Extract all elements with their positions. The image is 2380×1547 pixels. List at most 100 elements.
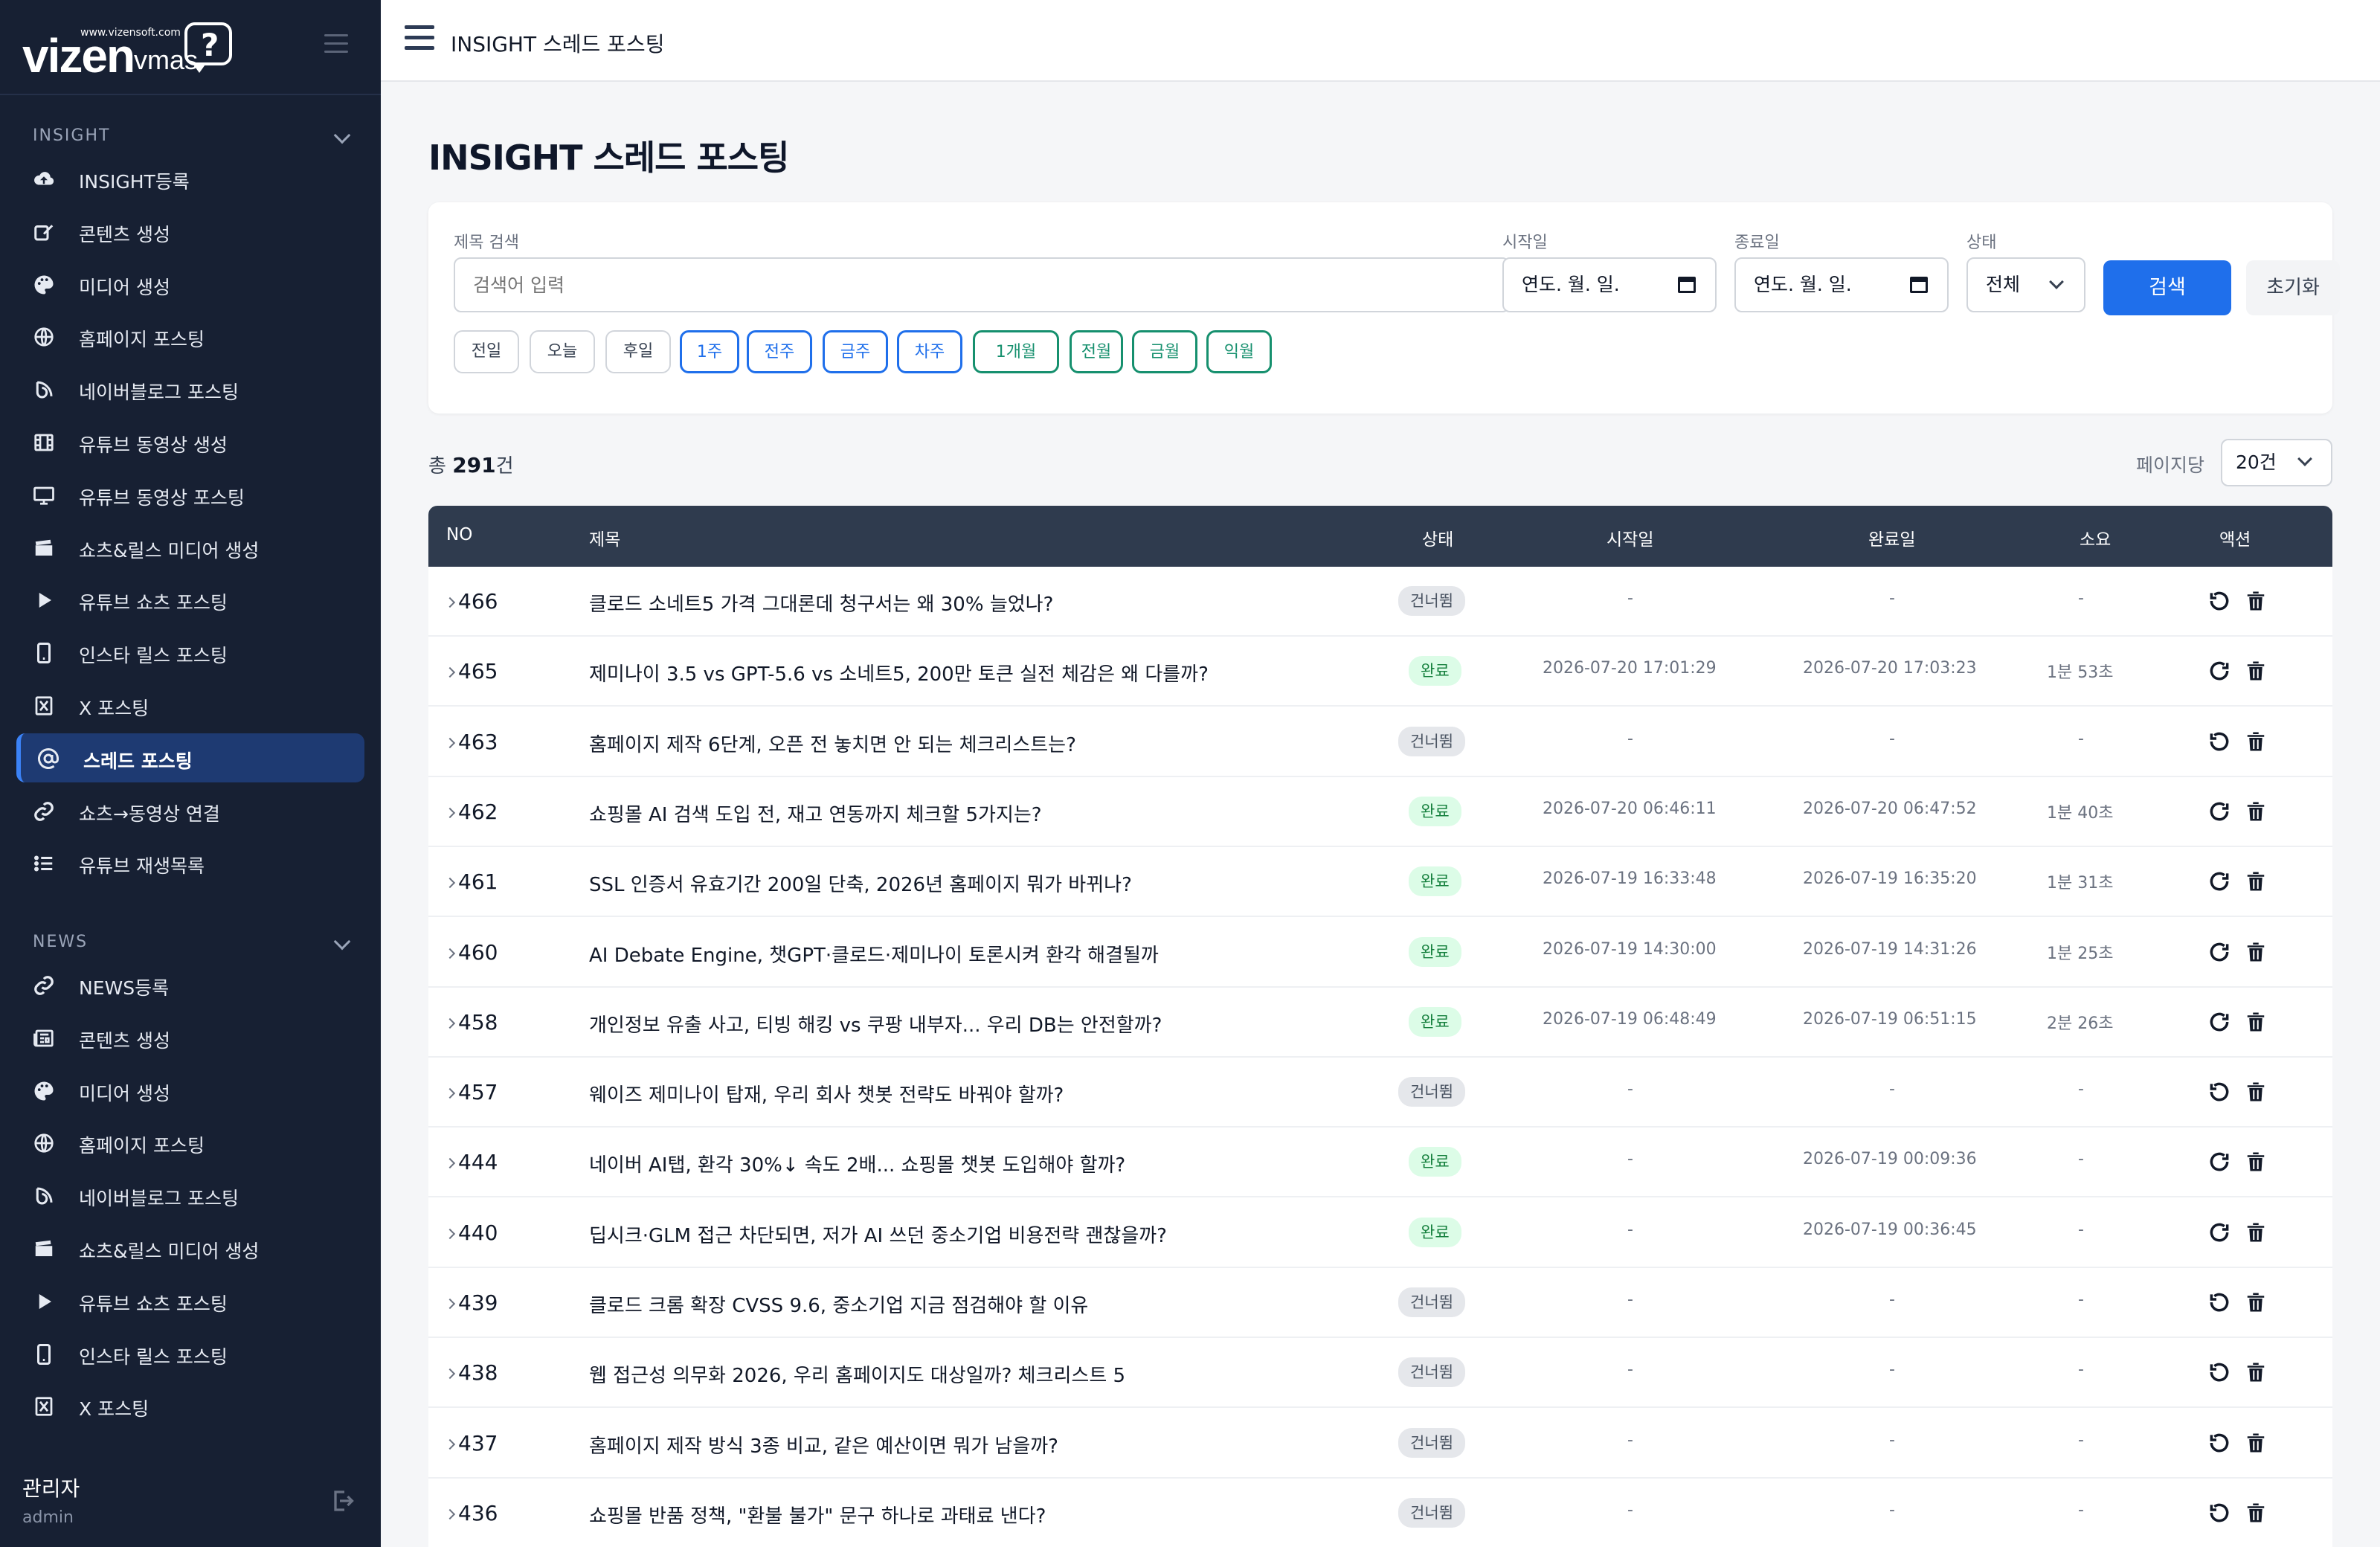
- table-row[interactable]: 440 딥시크·GLM 접근 차단되면, 저가 AI 쓰던 중소기업 비용전략 괜…: [428, 1197, 2332, 1268]
- sidebar-item[interactable]: 네이버블로그 포스팅: [16, 1171, 364, 1220]
- trash-icon[interactable]: [2245, 800, 2268, 825]
- row-title[interactable]: 개인정보 유출 사고, 티빙 해킹 vs 쿠팡 내부자... 우리 DB는 안전…: [589, 1010, 1162, 1038]
- quick-range-button[interactable]: 익월: [1206, 330, 1272, 373]
- table-row[interactable]: 460 AI Debate Engine, 챗GPT·클로드·제미나이 토론시켜 …: [428, 917, 2332, 988]
- row-no[interactable]: 465: [444, 659, 498, 684]
- undo-icon[interactable]: [2207, 1080, 2231, 1105]
- sidebar-item[interactable]: 쇼츠→동영상 연결: [16, 786, 364, 835]
- sidebar-item[interactable]: INSIGHT등록: [16, 154, 364, 203]
- redo-icon[interactable]: [2207, 1220, 2231, 1246]
- table-row[interactable]: 444 네이버 AI탭, 환각 30%↓ 속도 2배... 쇼핑몰 챗봇 도입해야…: [428, 1128, 2332, 1198]
- redo-icon[interactable]: [2207, 800, 2231, 825]
- sidebar-item[interactable]: 유튜브 쇼츠 포스팅: [16, 575, 364, 624]
- table-row[interactable]: 462 쇼핑몰 AI 검색 도입 전, 재고 연동까지 체크할 5가지는? 완료 20…: [428, 776, 2332, 847]
- title-search-input[interactable]: [454, 257, 1510, 312]
- row-no[interactable]: 460: [444, 940, 498, 965]
- trash-icon[interactable]: [2245, 1360, 2268, 1386]
- section-header-news[interactable]: NEWS: [33, 933, 351, 962]
- table-row[interactable]: 439 클로드 크롬 확장 CVSS 9.6, 중소기업 지금 점검해야 할 이유…: [428, 1268, 2332, 1338]
- end-date-field[interactable]: 연도. 월. 일.: [1734, 257, 1949, 312]
- table-row[interactable]: 463 홈페이지 제작 6단계, 오픈 전 놓치면 안 되는 체크리스트는? 건너뜀…: [428, 707, 2332, 777]
- calendar-icon[interactable]: [1910, 277, 1928, 293]
- trash-icon[interactable]: [2245, 1501, 2268, 1526]
- chevron-right-icon[interactable]: [444, 1228, 456, 1239]
- sidebar-item[interactable]: 쇼츠&릴스 미디어 생성: [16, 523, 364, 572]
- sidebar-item[interactable]: 홈페이지 포스팅: [16, 312, 364, 361]
- trash-icon[interactable]: [2245, 730, 2268, 755]
- table-row[interactable]: 437 홈페이지 제작 방식 3종 비교, 같은 예산이면 뭐가 남을까? 건너뜀 -…: [428, 1408, 2332, 1479]
- chevron-right-icon[interactable]: [444, 1508, 456, 1519]
- sidebar-item[interactable]: 유튜브 쇼츠 포스팅: [16, 1276, 364, 1325]
- undo-icon[interactable]: [2207, 1431, 2231, 1456]
- row-title[interactable]: AI Debate Engine, 챗GPT·클로드·제미나이 토론시켜 환각 …: [589, 940, 1159, 968]
- search-button[interactable]: 검색: [2103, 260, 2231, 315]
- trash-icon[interactable]: [2245, 1150, 2268, 1175]
- trash-icon[interactable]: [2245, 940, 2268, 965]
- per-page-select[interactable]: 20건: [2221, 439, 2332, 486]
- row-title[interactable]: 쇼핑몰 반품 정책, "환불 불가" 문구 하나로 과태료 낸다?: [589, 1501, 1046, 1528]
- row-title[interactable]: SSL 인증서 유효기간 200일 단축, 2026년 홈페이지 뭐가 바뀌나?: [589, 869, 1132, 897]
- redo-icon[interactable]: [2207, 659, 2231, 684]
- reset-button[interactable]: 초기화: [2246, 260, 2340, 315]
- quick-range-button[interactable]: 차주: [897, 330, 962, 373]
- trash-icon[interactable]: [2245, 1010, 2268, 1035]
- vizen-logo[interactable]: www.vizensoft.com vizen vmas ?: [22, 19, 245, 83]
- table-row[interactable]: 461 SSL 인증서 유효기간 200일 단축, 2026년 홈페이지 뭐가 바…: [428, 847, 2332, 918]
- row-title[interactable]: 웹 접근성 의무화 2026, 우리 홈페이지도 대상일까? 체크리스트 5: [589, 1360, 1125, 1388]
- quick-range-button[interactable]: 오늘: [530, 330, 595, 373]
- section-header-insight[interactable]: INSIGHT: [33, 126, 351, 156]
- sidebar-item[interactable]: 미디어 생성: [16, 1066, 364, 1115]
- sidebar-item[interactable]: X 포스팅: [16, 1381, 364, 1430]
- row-no[interactable]: 458: [444, 1010, 498, 1035]
- quick-range-button[interactable]: 금주: [823, 330, 888, 373]
- row-title[interactable]: 딥시크·GLM 접근 차단되면, 저가 AI 쓰던 중소기업 비용전략 괜찮을까…: [589, 1220, 1167, 1248]
- row-no[interactable]: 444: [444, 1150, 498, 1174]
- start-date-field[interactable]: 연도. 월. 일.: [1502, 257, 1717, 312]
- chevron-right-icon[interactable]: [444, 1368, 456, 1380]
- table-row[interactable]: 457 웨이즈 제미나이 탑재, 우리 회사 챗봇 전략도 바꿔야 할까? 건너뜀 -…: [428, 1058, 2332, 1128]
- calendar-icon[interactable]: [1678, 277, 1696, 293]
- undo-icon[interactable]: [2207, 1501, 2231, 1526]
- row-no[interactable]: 462: [444, 800, 498, 824]
- quick-range-button[interactable]: 금월: [1132, 330, 1197, 373]
- logout-icon[interactable]: [329, 1488, 356, 1514]
- row-no[interactable]: 438: [444, 1360, 498, 1385]
- chevron-right-icon[interactable]: [444, 1158, 456, 1169]
- chevron-right-icon[interactable]: [444, 948, 456, 959]
- sidebar-item[interactable]: 유튜브 재생목록: [16, 838, 364, 887]
- table-row[interactable]: 438 웹 접근성 의무화 2026, 우리 홈페이지도 대상일까? 체크리스트 …: [428, 1338, 2332, 1409]
- sidebar-item[interactable]: 인스타 릴스 포스팅: [16, 628, 364, 677]
- row-no[interactable]: 461: [444, 869, 498, 894]
- sidebar-item[interactable]: 스레드 포스팅: [16, 733, 364, 782]
- trash-icon[interactable]: [2245, 659, 2268, 684]
- sidebar-item[interactable]: 유튜브 동영상 생성: [16, 417, 364, 466]
- row-title[interactable]: 홈페이지 제작 방식 3종 비교, 같은 예산이면 뭐가 남을까?: [589, 1431, 1058, 1458]
- row-title[interactable]: 클로드 크롬 확장 CVSS 9.6, 중소기업 지금 점검해야 할 이유: [589, 1290, 1088, 1318]
- redo-icon[interactable]: [2207, 869, 2231, 895]
- menu-icon[interactable]: [405, 25, 434, 52]
- chevron-right-icon[interactable]: [444, 737, 456, 748]
- chevron-right-icon[interactable]: [444, 1088, 456, 1099]
- quick-range-button[interactable]: 후일: [605, 330, 671, 373]
- sidebar-item[interactable]: 미디어 생성: [16, 260, 364, 309]
- chevron-right-icon[interactable]: [444, 878, 456, 889]
- undo-icon[interactable]: [2207, 1290, 2231, 1316]
- undo-icon[interactable]: [2207, 589, 2231, 614]
- redo-icon[interactable]: [2207, 1150, 2231, 1175]
- row-no[interactable]: 437: [444, 1431, 498, 1456]
- table-row[interactable]: 465 제미나이 3.5 vs GPT-5.6 vs 소네트5, 200만 토큰 …: [428, 637, 2332, 707]
- sidebar-collapse-icon[interactable]: [324, 34, 348, 54]
- table-row[interactable]: 458 개인정보 유출 사고, 티빙 해킹 vs 쿠팡 내부자... 우리 DB는…: [428, 987, 2332, 1058]
- sidebar-item[interactable]: 홈페이지 포스팅: [16, 1118, 364, 1167]
- row-title[interactable]: 웨이즈 제미나이 탑재, 우리 회사 챗봇 전략도 바꿔야 할까?: [589, 1080, 1064, 1107]
- trash-icon[interactable]: [2245, 869, 2268, 895]
- quick-range-button[interactable]: 1주: [680, 330, 739, 373]
- row-title[interactable]: 쇼핑몰 AI 검색 도입 전, 재고 연동까지 체크할 5가지는?: [589, 800, 1042, 827]
- row-no[interactable]: 463: [444, 730, 498, 754]
- trash-icon[interactable]: [2245, 1080, 2268, 1105]
- row-title[interactable]: 홈페이지 제작 6단계, 오픈 전 놓치면 안 되는 체크리스트는?: [589, 730, 1076, 757]
- sidebar-item[interactable]: 인스타 릴스 포스팅: [16, 1329, 364, 1378]
- trash-icon[interactable]: [2245, 1431, 2268, 1456]
- row-no[interactable]: 439: [444, 1290, 498, 1315]
- sidebar-item[interactable]: 콘텐츠 생성: [16, 207, 364, 256]
